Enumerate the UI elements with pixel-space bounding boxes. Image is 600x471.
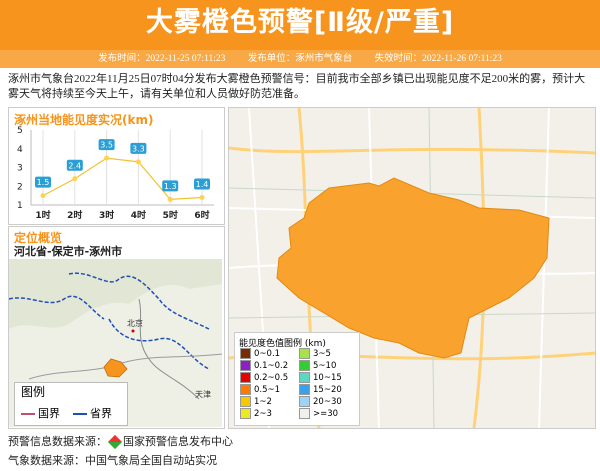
legend-item: 0.5~1 xyxy=(240,384,280,395)
legend-item: 0.2~0.5 xyxy=(240,372,288,383)
legend-province-border: 省界 xyxy=(73,405,112,421)
legend-swatch xyxy=(240,408,251,419)
location-legend-title: 图例 xyxy=(21,385,46,399)
location-region: 河北省-保定市-涿州市 xyxy=(14,245,123,258)
x-tick-label: 2时 xyxy=(67,209,82,221)
weather-source: 气象数据来源：中国气象局全国自动站实况 xyxy=(8,455,217,467)
legend-swatch xyxy=(299,360,310,371)
legend-item: 2~3 xyxy=(240,408,272,419)
legend-item: 0.1~0.2 xyxy=(240,360,288,371)
y-tick-label: 4 xyxy=(17,145,23,155)
legend-swatch xyxy=(299,372,310,383)
data-label: 3.3 xyxy=(132,144,145,153)
national-border-swatch xyxy=(21,413,35,415)
province-border-swatch xyxy=(73,413,87,415)
location-legend: 图例 国界 省界 xyxy=(14,382,128,426)
data-point xyxy=(40,193,46,199)
legend-swatch xyxy=(240,348,251,359)
warning-source-link[interactable]: 国家预警信息发布中心 xyxy=(123,436,233,448)
visibility-chart-panel: 涿州当地能见度实况(km) 1 2 3 4 5 1时 2时 3时 4时 5时 6时 1.5 2.4 3.5… xyxy=(8,107,225,225)
data-point xyxy=(199,195,205,200)
data-point xyxy=(104,155,110,161)
legend-swatch xyxy=(240,396,251,407)
legend-item: 5~10 xyxy=(299,360,336,371)
legend-item: 3~5 xyxy=(299,348,331,359)
legend-swatch xyxy=(240,372,251,383)
fog-area-map[interactable]: 能见度色值图例 (km) 0~0.1 3~5 0.1~0.2 5~10 0.2~… xyxy=(228,107,596,429)
legend-swatch xyxy=(299,408,310,419)
x-tick-label: 4时 xyxy=(131,209,146,221)
legend-swatch xyxy=(240,360,251,371)
issuer: 发布单位：涿州市气象台 xyxy=(247,54,353,64)
warning-center-logo-icon xyxy=(107,435,123,450)
legend-swatch xyxy=(240,384,251,395)
legend-item: 10~15 xyxy=(299,372,342,383)
data-label: 2.4 xyxy=(68,161,81,170)
visibility-chart: 1 2 3 4 5 1时 2时 3时 4时 5时 6时 1.5 2.4 3.5 3.3 1.3 1.4 xyxy=(17,126,214,221)
warning-source: 预警信息数据来源： 国家预警信息发布中心 xyxy=(8,435,233,450)
y-tick-label: 1 xyxy=(17,201,23,211)
y-tick-label: 5 xyxy=(17,126,23,136)
expire-time: 失效时间：2022-11-26 07:11:23 xyxy=(374,54,502,64)
issue-time: 发布时间：2022-11-25 07:11:23 xyxy=(98,54,226,64)
warning-description: 涿州市气象台2022年11月25日07时04分发布大雾橙色预警信号：目前我市全部… xyxy=(8,73,586,100)
data-label: 1.3 xyxy=(164,182,177,191)
legend-item: 20~30 xyxy=(299,396,342,407)
tianjin-label: 天津 xyxy=(195,389,211,399)
visibility-color-legend: 能见度色值图例 (km) 0~0.1 3~5 0.1~0.2 5~10 0.2~… xyxy=(234,332,360,426)
legend-swatch xyxy=(299,384,310,395)
x-tick-label: 5时 xyxy=(163,209,178,221)
legend-item: 1~2 xyxy=(240,396,272,407)
legend-item: 0~0.1 xyxy=(240,348,280,359)
y-tick-label: 3 xyxy=(17,164,23,174)
warning-meta-bar: 发布时间：2022-11-25 07:11:23 发布单位：涿州市气象台 失效时… xyxy=(0,50,600,68)
data-label: 1.4 xyxy=(196,180,209,189)
legend-swatch xyxy=(299,396,310,407)
data-label: 3.5 xyxy=(100,141,113,150)
data-label: 1.5 xyxy=(37,178,50,187)
x-tick-label: 3时 xyxy=(99,209,114,221)
beijing-label: 北京 xyxy=(127,318,143,328)
legend-national-border: 国界 xyxy=(21,405,60,421)
data-point xyxy=(72,176,78,182)
warning-title: 大雾橙色预警[Ⅱ级/严重] xyxy=(145,7,455,38)
data-point xyxy=(135,159,141,165)
y-tick-label: 2 xyxy=(17,182,23,192)
legend-item: 15~20 xyxy=(299,384,342,395)
x-tick-label: 6时 xyxy=(194,209,209,221)
legend-item: >=30 xyxy=(299,408,338,419)
location-panel: 定位概览 河北省-保定市-涿州市 北京 天津 图例 国界 省界 xyxy=(8,226,225,429)
x-tick-label: 1时 xyxy=(35,209,50,221)
warning-banner: 大雾橙色预警[Ⅱ级/严重] xyxy=(0,0,600,50)
legend-swatch xyxy=(299,348,310,359)
data-point xyxy=(167,196,173,202)
